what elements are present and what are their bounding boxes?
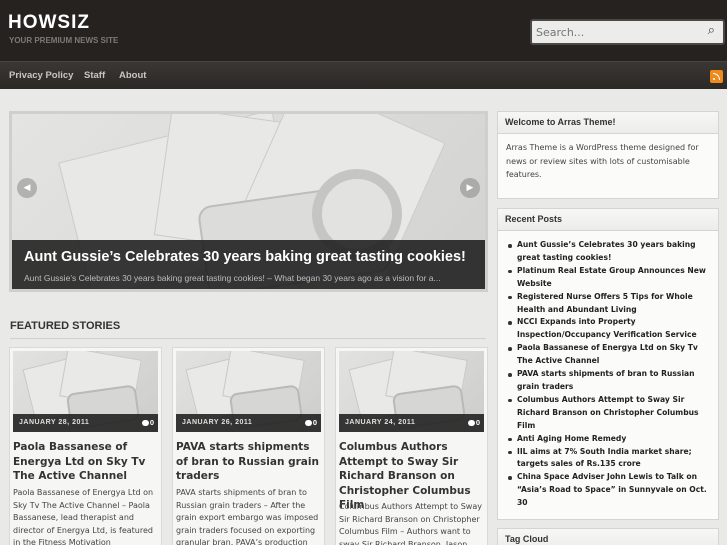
story-card: JANUARY 24, 2011 0 Columbus Authors Atte…: [335, 347, 488, 545]
story-thumbnail[interactable]: JANUARY 26, 2011 0: [176, 351, 321, 432]
comment-count-value: 0: [312, 418, 317, 427]
story-meta-bar: JANUARY 28, 2011 0: [13, 414, 158, 432]
recent-posts-widget: Recent Posts Aunt Gussie’s Celebrates 30…: [497, 208, 719, 520]
widget-title: Recent Posts: [498, 209, 718, 231]
story-card: JANUARY 26, 2011 0 PAVA starts shipments…: [172, 347, 325, 545]
site-logo[interactable]: HOWSIZ: [8, 12, 90, 34]
comment-icon: [304, 420, 312, 427]
story-excerpt: PAVA starts shipments of bran to Russian…: [176, 488, 319, 545]
story-date: JANUARY 26, 2011: [182, 419, 253, 426]
widget-title: Tag Cloud: [498, 529, 718, 545]
recent-post-link[interactable]: Paola Bassanese of Energya Ltd on Sky Tv…: [507, 342, 710, 368]
story-date: JANUARY 24, 2011: [345, 419, 416, 426]
recent-post-link[interactable]: Columbus Authors Attempt to Sway Sir Ric…: [507, 394, 710, 433]
slider-title[interactable]: Aunt Gussie’s Celebrates 30 years baking…: [24, 249, 466, 265]
comment-count[interactable]: 0: [141, 418, 154, 427]
chevron-left-icon[interactable]: ◀: [17, 178, 37, 198]
story-card: JANUARY 28, 2011 0 Paola Bassanese of En…: [9, 347, 162, 545]
comment-count[interactable]: 0: [304, 418, 317, 427]
story-thumbnail[interactable]: JANUARY 28, 2011 0: [13, 351, 158, 432]
recent-post-link[interactable]: Registered Nurse Offers 5 Tips for Whole…: [507, 291, 710, 317]
main-content: ◀ ▶ Aunt Gussie’s Celebrates 30 years ba…: [0, 89, 492, 545]
welcome-widget: Welcome to Arras Theme! Arras Theme is a…: [497, 111, 719, 199]
nav-item-staff[interactable]: Staff: [84, 70, 105, 81]
comment-icon: [141, 420, 149, 427]
story-thumbnail[interactable]: JANUARY 24, 2011 0: [339, 351, 484, 432]
recent-posts-list: Aunt Gussie’s Celebrates 30 years baking…: [498, 231, 718, 510]
chevron-right-icon[interactable]: ▶: [460, 178, 480, 198]
recent-post-link[interactable]: NCCI Expands into Property Inspection/Oc…: [507, 316, 710, 342]
search-box: ⌕: [530, 19, 725, 45]
story-title[interactable]: PAVA starts shipments of bran to Russian…: [176, 440, 324, 484]
rss-icon[interactable]: [710, 70, 723, 83]
slider-caption: Aunt Gussie’s Celebrates 30 years baking…: [12, 240, 485, 289]
recent-post-link[interactable]: China Space Adviser John Lewis to Talk o…: [507, 471, 710, 510]
slider-excerpt: Aunt Gussie’s Celebrates 30 years baking…: [24, 273, 441, 283]
nav-item-about[interactable]: About: [119, 70, 146, 81]
comment-icon: [467, 420, 475, 427]
featured-slider[interactable]: ◀ ▶ Aunt Gussie’s Celebrates 30 years ba…: [9, 111, 488, 292]
featured-heading: FEATURED STORIES: [10, 320, 121, 332]
story-date: JANUARY 28, 2011: [19, 419, 90, 426]
comment-count-value: 0: [149, 418, 154, 427]
recent-post-link[interactable]: Platinum Real Estate Group Announces New…: [507, 265, 710, 291]
main-nav: Privacy Policy Staff About: [0, 61, 727, 89]
welcome-text: Arras Theme is a WordPress theme designe…: [506, 143, 699, 179]
story-excerpt: Paola Bassanese of Energya Ltd on Sky Tv…: [13, 488, 154, 545]
recent-post-link[interactable]: PAVA starts shipments of bran to Russian…: [507, 368, 710, 394]
tag-cloud-widget: Tag Cloud: [497, 528, 719, 545]
story-excerpt: Columbus Authors Attempt to Sway Sir Ric…: [339, 502, 482, 545]
story-title[interactable]: Paola Bassanese of Energya Ltd on Sky Tv…: [13, 440, 161, 484]
recent-post-link[interactable]: IIL aims at 7% South India market share;…: [507, 446, 710, 472]
comment-count-value: 0: [475, 418, 480, 427]
nav-item-privacy-policy[interactable]: Privacy Policy: [9, 70, 73, 81]
site-header: HOWSIZ YOUR PREMIUM NEWS SITE ⌕: [0, 0, 727, 61]
comment-count[interactable]: 0: [467, 418, 480, 427]
recent-post-link[interactable]: Anti Aging Home Remedy: [507, 433, 710, 446]
divider: [10, 338, 486, 339]
story-meta-bar: JANUARY 24, 2011 0: [339, 414, 484, 432]
search-input[interactable]: [536, 24, 702, 41]
search-icon[interactable]: ⌕: [708, 23, 715, 38]
story-meta-bar: JANUARY 26, 2011 0: [176, 414, 321, 432]
widget-title: Welcome to Arras Theme!: [498, 112, 718, 134]
recent-post-link[interactable]: Aunt Gussie’s Celebrates 30 years baking…: [507, 239, 710, 265]
site-tagline: YOUR PREMIUM NEWS SITE: [9, 36, 119, 45]
